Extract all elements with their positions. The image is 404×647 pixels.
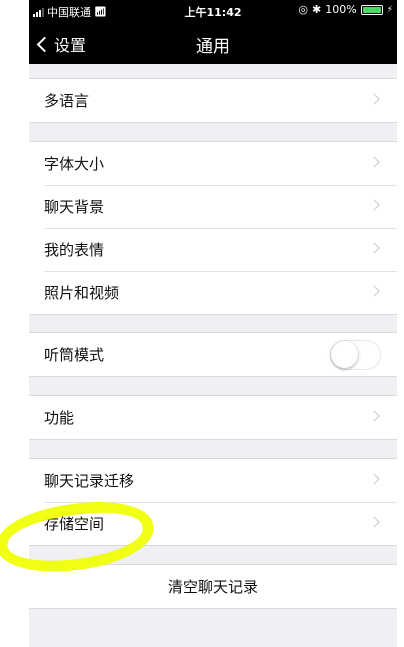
navigation-bar: 设置 通用	[29, 22, 397, 64]
chevron-right-icon	[368, 199, 380, 211]
row-features[interactable]: 功能	[29, 396, 397, 439]
group-earpiece: 听筒模式	[29, 332, 397, 377]
chevron-right-icon	[368, 93, 380, 105]
chevron-right-icon	[368, 473, 380, 485]
chevron-right-icon	[368, 285, 380, 297]
row-my-stickers[interactable]: 我的表情	[29, 228, 397, 271]
clear-chat-history-button[interactable]: 清空聊天记录	[29, 565, 397, 608]
battery-icon	[360, 4, 383, 15]
battery-percent: 100%	[325, 3, 357, 16]
status-right: ◎ ✱ 100% ⚡︎	[298, 3, 393, 16]
group-chat-settings: 字体大小 聊天背景 我的表情 照片和视频	[29, 141, 397, 315]
row-photos-videos-label: 照片和视频	[44, 284, 120, 302]
row-chat-background-label: 聊天背景	[44, 198, 105, 216]
row-earpiece-mode: 听筒模式	[29, 333, 397, 376]
group-features: 功能	[29, 395, 397, 440]
earpiece-mode-toggle[interactable]	[330, 340, 381, 370]
row-font-size-label: 字体大小	[44, 155, 105, 173]
chevron-right-icon	[368, 242, 380, 254]
status-bar: 中国联通 📶︎ 上午11:42 ◎ ✱ 100% ⚡︎	[29, 0, 397, 22]
clear-chat-history-label: 清空聊天记录	[167, 578, 258, 596]
row-storage-label: 存储空间	[44, 515, 105, 533]
chevron-right-icon	[368, 156, 380, 168]
group-language: 多语言	[29, 78, 397, 123]
page-title: 通用	[196, 37, 230, 57]
row-chat-background[interactable]: 聊天背景	[29, 185, 397, 228]
group-clear: 清空聊天记录	[29, 564, 397, 609]
row-font-size[interactable]: 字体大小	[29, 142, 397, 185]
row-storage[interactable]: 存储空间	[29, 502, 397, 545]
bluetooth-icon: ✱	[312, 3, 322, 16]
row-language-label: 多语言	[44, 92, 90, 110]
row-features-label: 功能	[44, 409, 75, 427]
row-earpiece-mode-label: 听筒模式	[44, 346, 105, 364]
location-lock-icon: ◎	[298, 3, 308, 16]
phone-screen: 中国联通 📶︎ 上午11:42 ◎ ✱ 100% ⚡︎ 设置 通用 多语言 字体…	[29, 0, 397, 647]
row-my-stickers-label: 我的表情	[44, 241, 105, 259]
row-language[interactable]: 多语言	[29, 79, 397, 122]
chevron-right-icon	[368, 410, 380, 422]
row-photos-videos[interactable]: 照片和视频	[29, 271, 397, 314]
row-chat-history-migration-label: 聊天记录迁移	[44, 472, 135, 490]
chevron-right-icon	[368, 516, 380, 528]
group-storage: 聊天记录迁移 存储空间	[29, 458, 397, 546]
row-chat-history-migration[interactable]: 聊天记录迁移	[29, 459, 397, 502]
toggle-knob	[331, 341, 358, 368]
charging-icon: ⚡︎	[386, 4, 393, 15]
